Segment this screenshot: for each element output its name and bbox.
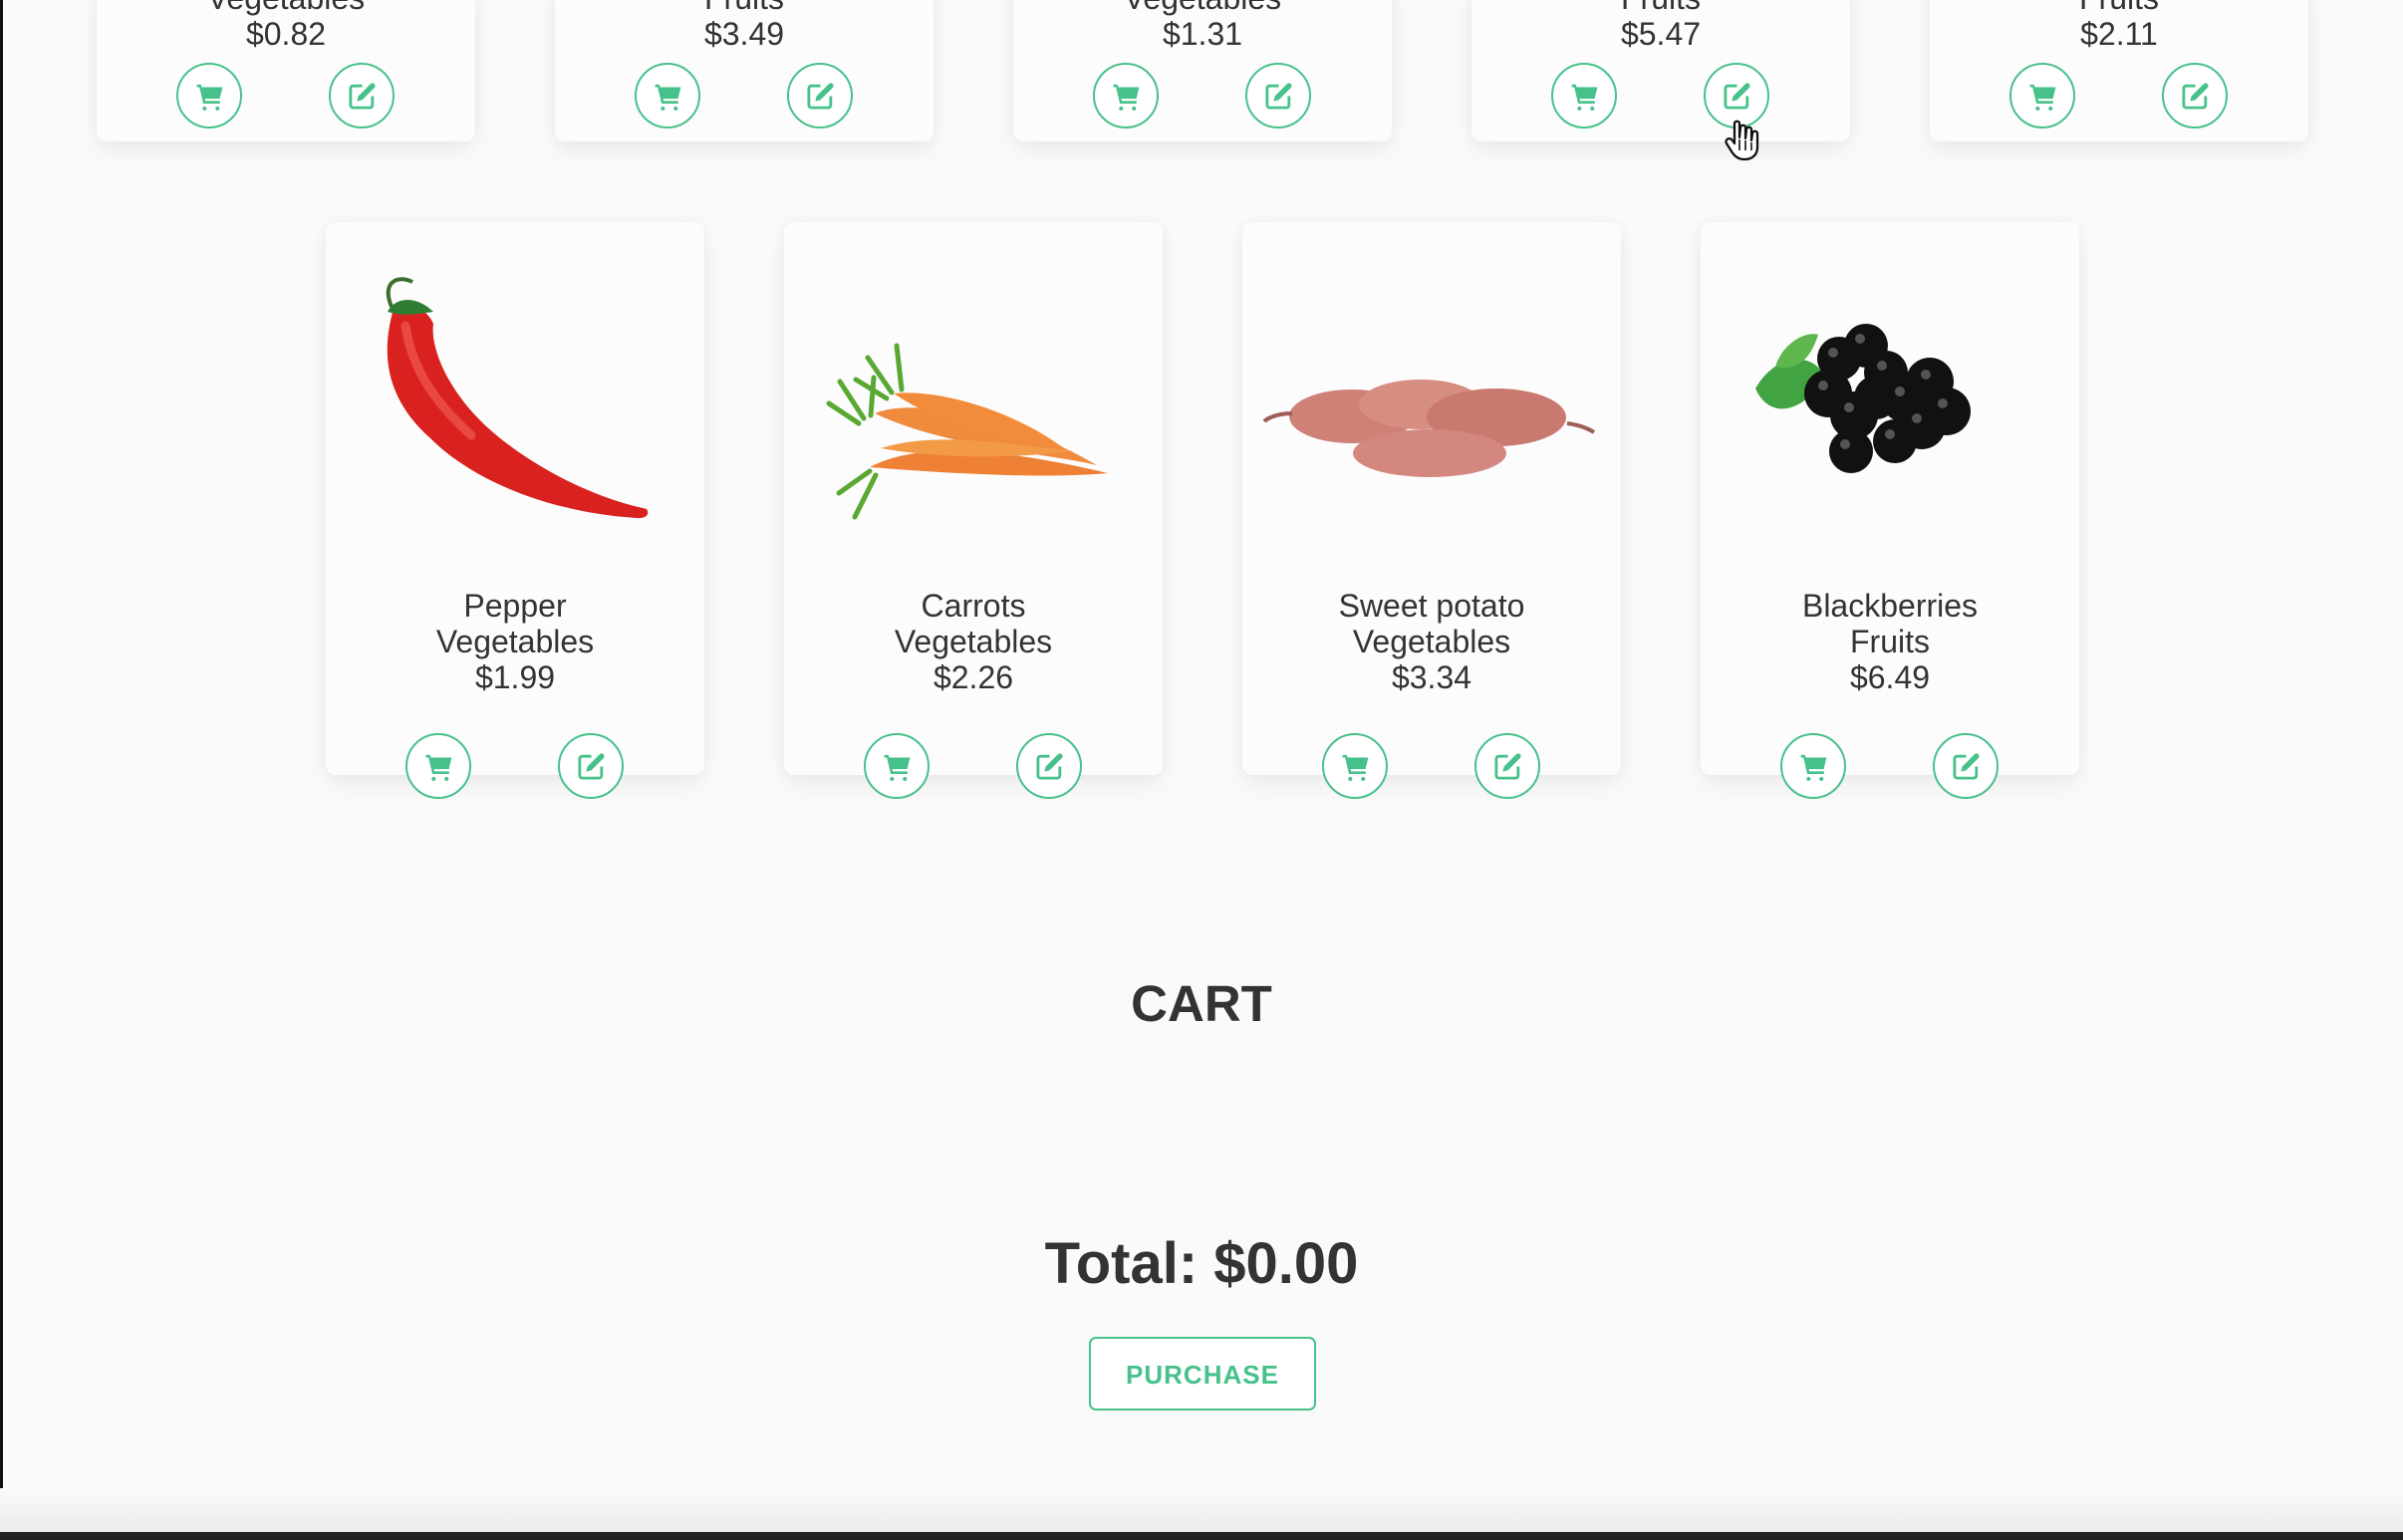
edit-product-button[interactable] (1704, 63, 1769, 128)
shopping-cart-icon (884, 754, 910, 781)
product-card: Vegetables $0.82 (97, 0, 475, 141)
edit-product-button[interactable] (1245, 63, 1311, 128)
product-name: Pepper (463, 588, 567, 624)
edit-product-button[interactable] (558, 733, 624, 799)
edit-product-button[interactable] (787, 63, 853, 128)
product-info: Fruits $5.47 (1471, 0, 1850, 52)
product-name: Blackberries (1801, 588, 1979, 624)
add-to-cart-button[interactable] (1093, 63, 1159, 128)
edit-product-button[interactable] (1474, 733, 1540, 799)
product-price: $1.99 (474, 659, 556, 695)
product-category: Vegetables (435, 624, 595, 659)
edit-icon (1952, 752, 1980, 780)
shopping-cart-icon (1571, 84, 1597, 111)
product-category: Fruits (1471, 0, 1850, 16)
edit-product-button[interactable] (2162, 63, 2228, 128)
product-info: Pepper Vegetables $1.99 (326, 588, 704, 695)
product-price: $2.26 (933, 659, 1014, 695)
shopping-cart-icon (1342, 754, 1368, 781)
add-to-cart-button[interactable] (1551, 63, 1617, 128)
product-card-sweet-potato: Sweet potato Vegetables $3.34 (1242, 222, 1621, 799)
shopping-cart-icon (2029, 84, 2055, 111)
product-info: Fruits $3.49 (555, 0, 934, 52)
product-card-blackberries: Blackberries Fruits $6.49 (1701, 222, 2079, 799)
add-to-cart-button[interactable] (635, 63, 700, 128)
shopping-cart-icon (1800, 754, 1826, 781)
product-price: $6.49 (1849, 659, 1931, 695)
cart-total: Total: $0.00 (1044, 1231, 1359, 1296)
product-category: Vegetables (894, 624, 1053, 659)
product-card-carrots: Carrots Vegetables $2.26 (784, 222, 1163, 799)
product-price: $3.49 (703, 16, 785, 52)
product-card: Fruits $5.47 (1471, 0, 1850, 141)
product-card: Vegetables $1.31 (1013, 0, 1392, 141)
purchase-button[interactable]: PURCHASE (1089, 1337, 1316, 1411)
product-card: Fruits $3.49 (555, 0, 934, 141)
blackberries-image (1701, 254, 2079, 543)
edit-icon (1264, 82, 1292, 110)
product-category: Vegetables (97, 0, 475, 16)
product-info: Carrots Vegetables $2.26 (784, 588, 1163, 695)
product-info: Vegetables $0.82 (97, 0, 475, 52)
product-price: $5.47 (1620, 16, 1702, 52)
product-category: Fruits (555, 0, 934, 16)
sweet-potato-image (1242, 254, 1621, 543)
product-info: Fruits $2.11 (1930, 0, 2308, 52)
shopping-cart-icon (655, 84, 680, 111)
product-info: Sweet potato Vegetables $3.34 (1242, 588, 1621, 695)
product-card: Fruits $2.11 (1930, 0, 2308, 141)
red-pepper-image (326, 254, 704, 543)
shopping-cart-icon (425, 754, 451, 781)
product-price: $3.34 (1391, 659, 1472, 695)
edit-icon (1493, 752, 1521, 780)
edit-product-button[interactable] (329, 63, 395, 128)
add-to-cart-button[interactable] (1780, 733, 1846, 799)
product-info: Vegetables $1.31 (1013, 0, 1392, 52)
edit-icon (806, 82, 834, 110)
shopping-cart-icon (1113, 84, 1139, 111)
bottom-window-edge (0, 1532, 2403, 1540)
product-name: Sweet potato (1338, 588, 1525, 624)
edit-icon (577, 752, 605, 780)
product-name: Carrots (921, 588, 1026, 624)
product-category: Fruits (1850, 624, 1930, 659)
product-info: Blackberries Fruits $6.49 (1701, 588, 2079, 695)
edit-icon (1035, 752, 1063, 780)
product-price: $2.11 (2080, 16, 2158, 52)
add-to-cart-button[interactable] (864, 733, 930, 799)
edit-icon (2181, 82, 2209, 110)
product-category: Fruits (1930, 0, 2308, 16)
product-category: Vegetables (1352, 624, 1511, 659)
shopping-cart-icon (196, 84, 222, 111)
edit-icon (348, 82, 376, 110)
edit-product-button[interactable] (1933, 733, 1999, 799)
cart-heading: CART (1131, 975, 1272, 1032)
product-price: $1.31 (1162, 16, 1243, 52)
edit-product-button[interactable] (1016, 733, 1082, 799)
add-to-cart-button[interactable] (405, 733, 471, 799)
product-category: Vegetables (1013, 0, 1392, 16)
add-to-cart-button[interactable] (176, 63, 242, 128)
add-to-cart-button[interactable] (1322, 733, 1388, 799)
product-card-pepper: Pepper Vegetables $1.99 (326, 222, 704, 799)
carrots-image (784, 254, 1163, 543)
store-page: Vegetables $0.82 Fruits $3.49 Vegetables… (0, 0, 2403, 1540)
left-window-edge (0, 0, 3, 1540)
add-to-cart-button[interactable] (2009, 63, 2075, 128)
product-price: $0.82 (245, 16, 327, 52)
edit-icon (1723, 82, 1750, 110)
bottom-shadow (0, 1488, 2403, 1532)
